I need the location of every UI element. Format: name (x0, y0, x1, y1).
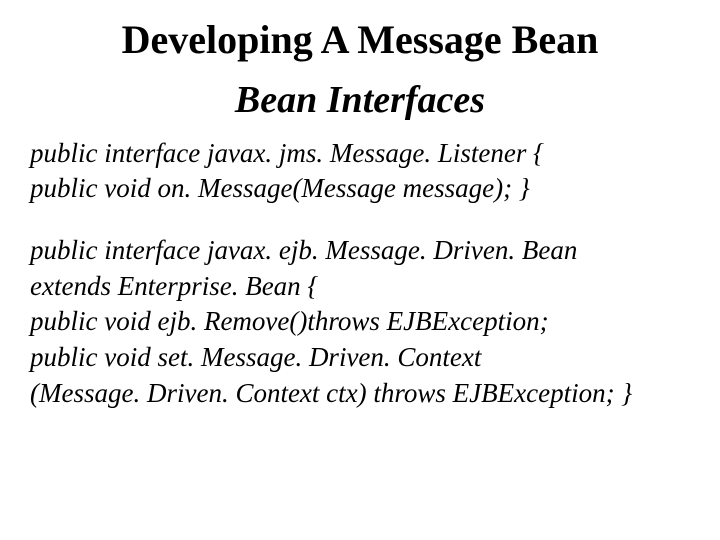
code-block-1: public interface javax. jms. Message. Li… (30, 136, 690, 207)
slide: Developing A Message Bean Bean Interface… (0, 0, 720, 540)
code-line: public interface javax. ejb. Message. Dr… (30, 233, 690, 269)
slide-title: Developing A Message Bean (30, 18, 690, 62)
code-line: public void ejb. Remove()throws EJBExcep… (30, 304, 690, 340)
code-content: public interface javax. jms. Message. Li… (30, 136, 690, 411)
code-line: public void set. Message. Driven. Contex… (30, 340, 690, 376)
code-line: extends Enterprise. Bean { (30, 269, 690, 305)
code-line: (Message. Driven. Context ctx) throws EJ… (30, 376, 690, 412)
slide-subtitle: Bean Interfaces (30, 80, 690, 122)
code-line: public void on. Message(Message message)… (30, 171, 690, 207)
code-block-2: public interface javax. ejb. Message. Dr… (30, 233, 690, 411)
code-line: public interface javax. jms. Message. Li… (30, 136, 690, 172)
